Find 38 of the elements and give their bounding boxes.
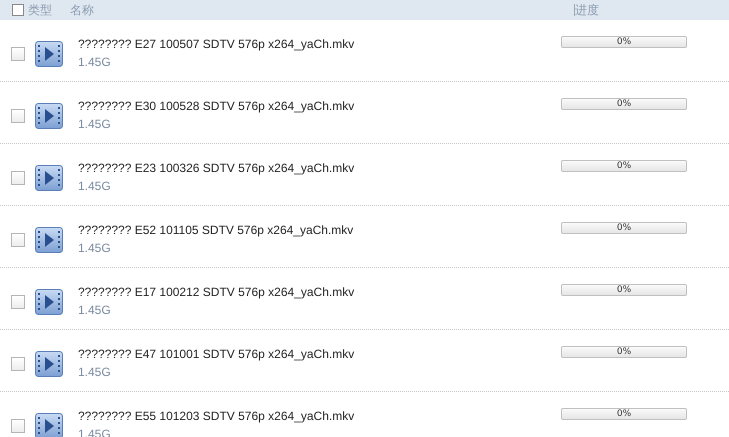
row-checkbox[interactable]: [11, 232, 25, 246]
select-all-checkbox[interactable]: [12, 4, 24, 16]
file-name: ???????? E17 100212 SDTV 576p x264_yaCh.mkv: [78, 284, 356, 300]
progress-bar: 0%: [561, 222, 687, 234]
video-file-icon: [35, 164, 63, 190]
video-file-icon: [35, 102, 63, 128]
file-size: 1.45G: [78, 116, 112, 132]
video-file-icon: [35, 288, 63, 314]
progress-bar: 0%: [561, 408, 687, 420]
progress-bar: 0%: [561, 346, 687, 358]
progress-column-header: 进度: [575, 2, 599, 19]
row-checkbox[interactable]: [11, 108, 25, 122]
progress-bar: 0%: [561, 36, 687, 48]
file-size: 1.45G: [78, 178, 112, 194]
file-name: ???????? E23 100326 SDTV 576p x264_yaCh.mkv: [78, 160, 356, 176]
row-checkbox[interactable]: [11, 418, 25, 432]
file-name: ???????? E52 101105 SDTV 576p x264_yaCh.mkv: [78, 222, 354, 238]
file-size: 1.45G: [78, 54, 112, 70]
row-checkbox[interactable]: [11, 46, 25, 60]
video-file-icon: [35, 40, 63, 66]
file-size: 1.45G: [78, 364, 112, 380]
row-checkbox[interactable]: [11, 294, 25, 308]
row-checkbox[interactable]: [11, 356, 25, 370]
name-column-header: 名称: [70, 2, 94, 19]
file-name: ???????? E30 100528 SDTV 576p x264_yaCh.mkv: [78, 98, 356, 114]
progress-bar: 0%: [561, 284, 687, 296]
row-checkbox[interactable]: [11, 170, 25, 184]
video-file-icon: [35, 226, 63, 252]
file-name: ???????? E55 101203 SDTV 576p x264_yaCh.mkv: [78, 408, 356, 424]
progress-bar: 0%: [561, 160, 687, 172]
type-column-header: 类型: [28, 2, 52, 19]
video-file-icon: [35, 412, 63, 437]
progress-bar: 0%: [561, 98, 687, 110]
file-size: 1.45G: [78, 240, 112, 256]
video-file-icon: [35, 350, 63, 376]
file-name: ???????? E27 100507 SDTV 576p x264_yaCh.mkv: [78, 36, 356, 52]
file-name: ???????? E47 101001 SDTV 576p x264_yaCh.mkv: [78, 346, 356, 362]
file-size: 1.45G: [78, 302, 112, 318]
